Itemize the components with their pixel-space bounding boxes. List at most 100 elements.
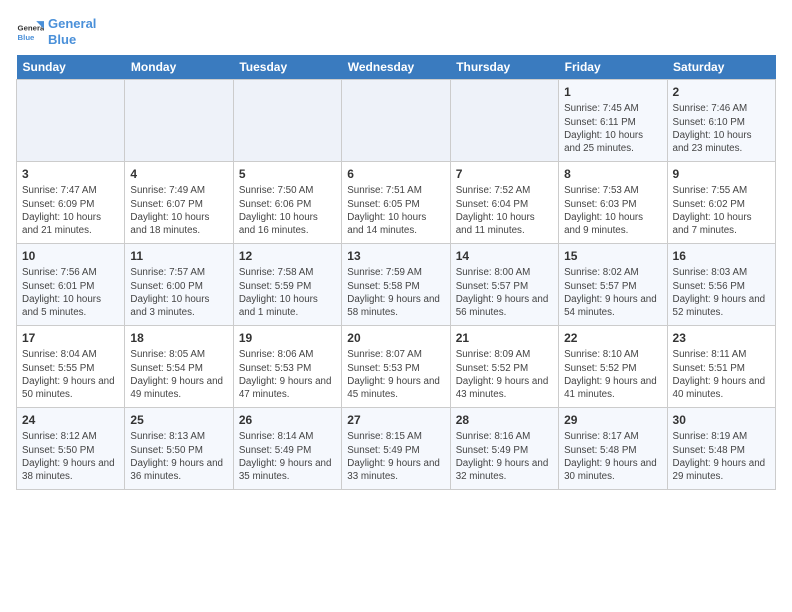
calendar-cell: 27Sunrise: 8:15 AM Sunset: 5:49 PM Dayli… — [342, 408, 450, 490]
day-number: 17 — [22, 330, 119, 346]
weekday-header-wednesday: Wednesday — [342, 55, 450, 80]
calendar-cell: 19 Sunrise: 8:06 AM Sunset: 5:53 PM Dayli… — [233, 326, 341, 408]
day-number: 24 — [22, 412, 119, 428]
day-number: 15 — [564, 248, 661, 264]
calendar-cell: 23 Sunrise: 8:11 AM Sunset: 5:51 PM Dayli… — [667, 326, 775, 408]
day-number: 26 — [239, 412, 336, 428]
day-number: 28 — [456, 412, 553, 428]
day-info: Sunrise: 7:56 AM Sunset: 6:01 PM Dayligh… — [22, 266, 119, 319]
day-number: 20 — [347, 330, 444, 346]
calendar-cell: 9 Sunrise: 7:55 AM Sunset: 6:02 PM Daylig… — [667, 162, 775, 244]
calendar-cell: 21 Sunrise: 8:09 AM Sunset: 5:52 PM Dayli… — [450, 326, 558, 408]
calendar-cell: 26Sunrise: 8:14 AM Sunset: 5:49 PM Dayli… — [233, 408, 341, 490]
day-info: Sunrise: 8:05 AM Sunset: 5:54 PM Dayligh… — [130, 348, 227, 401]
calendar-cell: 15 Sunrise: 8:02 AM Sunset: 5:57 PM Dayli… — [559, 244, 667, 326]
day-info: Sunrise: 8:10 AM Sunset: 5:52 PM Dayligh… — [564, 348, 661, 401]
calendar-cell: 11 Sunrise: 7:57 AM Sunset: 6:00 PM Dayli… — [125, 244, 233, 326]
calendar-cell: 20 Sunrise: 8:07 AM Sunset: 5:53 PM Dayli… — [342, 326, 450, 408]
logo-text: GeneralBlue — [48, 16, 96, 47]
day-info: Sunrise: 8:16 AM Sunset: 5:49 PM Dayligh… — [456, 430, 553, 483]
calendar-table: SundayMondayTuesdayWednesdayThursdayFrid… — [16, 55, 776, 490]
calendar-cell: 7 Sunrise: 7:52 AM Sunset: 6:04 PM Daylig… — [450, 162, 558, 244]
day-info: Sunrise: 8:07 AM Sunset: 5:53 PM Dayligh… — [347, 348, 444, 401]
day-info: Sunrise: 7:49 AM Sunset: 6:07 PM Dayligh… — [130, 184, 227, 237]
calendar-cell: 5Sunrise: 7:50 AM Sunset: 6:06 PM Daylig… — [233, 162, 341, 244]
day-info: Sunrise: 7:57 AM Sunset: 6:00 PM Dayligh… — [130, 266, 227, 319]
calendar-cell: 10Sunrise: 7:56 AM Sunset: 6:01 PM Dayli… — [17, 244, 125, 326]
day-number: 6 — [347, 166, 444, 182]
calendar-cell: 16 Sunrise: 8:03 AM Sunset: 5:56 PM Dayli… — [667, 244, 775, 326]
day-info: Sunrise: 7:55 AM Sunset: 6:02 PM Dayligh… — [673, 184, 770, 237]
calendar-cell: 14 Sunrise: 8:00 AM Sunset: 5:57 PM Dayli… — [450, 244, 558, 326]
day-number: 14 — [456, 248, 553, 264]
day-info: Sunrise: 8:12 AM Sunset: 5:50 PM Dayligh… — [22, 430, 119, 483]
day-number: 16 — [673, 248, 770, 264]
day-number: 23 — [673, 330, 770, 346]
calendar-week-2: 3 Sunrise: 7:47 AM Sunset: 6:09 PM Daylig… — [17, 162, 776, 244]
day-number: 18 — [130, 330, 227, 346]
day-number: 3 — [22, 166, 119, 182]
day-info: Sunrise: 8:17 AM Sunset: 5:48 PM Dayligh… — [564, 430, 661, 483]
calendar-cell: 13Sunrise: 7:59 AM Sunset: 5:58 PM Dayli… — [342, 244, 450, 326]
calendar-cell: 3 Sunrise: 7:47 AM Sunset: 6:09 PM Daylig… — [17, 162, 125, 244]
svg-text:Blue: Blue — [18, 32, 36, 41]
day-info: Sunrise: 7:45 AM Sunset: 6:11 PM Dayligh… — [564, 102, 661, 155]
calendar-week-3: 10Sunrise: 7:56 AM Sunset: 6:01 PM Dayli… — [17, 244, 776, 326]
weekday-header-monday: Monday — [125, 55, 233, 80]
calendar-cell — [125, 80, 233, 162]
day-info: Sunrise: 8:09 AM Sunset: 5:52 PM Dayligh… — [456, 348, 553, 401]
calendar-cell: 29 Sunrise: 8:17 AM Sunset: 5:48 PM Dayli… — [559, 408, 667, 490]
calendar-week-5: 24 Sunrise: 8:12 AM Sunset: 5:50 PM Dayli… — [17, 408, 776, 490]
day-info: Sunrise: 8:06 AM Sunset: 5:53 PM Dayligh… — [239, 348, 336, 401]
weekday-header-row: SundayMondayTuesdayWednesdayThursdayFrid… — [17, 55, 776, 80]
day-number: 29 — [564, 412, 661, 428]
day-info: Sunrise: 7:47 AM Sunset: 6:09 PM Dayligh… — [22, 184, 119, 237]
day-number: 9 — [673, 166, 770, 182]
calendar-cell: 17 Sunrise: 8:04 AM Sunset: 5:55 PM Dayli… — [17, 326, 125, 408]
day-info: Sunrise: 8:02 AM Sunset: 5:57 PM Dayligh… — [564, 266, 661, 319]
day-info: Sunrise: 7:59 AM Sunset: 5:58 PM Dayligh… — [347, 266, 444, 319]
day-number: 2 — [673, 84, 770, 100]
weekday-header-tuesday: Tuesday — [233, 55, 341, 80]
day-info: Sunrise: 7:58 AM Sunset: 5:59 PM Dayligh… — [239, 266, 336, 319]
day-info: Sunrise: 7:51 AM Sunset: 6:05 PM Dayligh… — [347, 184, 444, 237]
calendar-cell — [233, 80, 341, 162]
calendar-cell — [17, 80, 125, 162]
weekday-header-thursday: Thursday — [450, 55, 558, 80]
day-info: Sunrise: 7:53 AM Sunset: 6:03 PM Dayligh… — [564, 184, 661, 237]
calendar-week-4: 17 Sunrise: 8:04 AM Sunset: 5:55 PM Dayli… — [17, 326, 776, 408]
day-number: 7 — [456, 166, 553, 182]
weekday-header-saturday: Saturday — [667, 55, 775, 80]
calendar-cell: 8Sunrise: 7:53 AM Sunset: 6:03 PM Daylig… — [559, 162, 667, 244]
day-number: 1 — [564, 84, 661, 100]
calendar-cell: 22 Sunrise: 8:10 AM Sunset: 5:52 PM Dayli… — [559, 326, 667, 408]
day-info: Sunrise: 8:13 AM Sunset: 5:50 PM Dayligh… — [130, 430, 227, 483]
day-number: 21 — [456, 330, 553, 346]
calendar-week-1: 1 Sunrise: 7:45 AM Sunset: 6:11 PM Daylig… — [17, 80, 776, 162]
calendar-cell: 24 Sunrise: 8:12 AM Sunset: 5:50 PM Dayli… — [17, 408, 125, 490]
day-number: 30 — [673, 412, 770, 428]
day-number: 11 — [130, 248, 227, 264]
calendar-cell — [450, 80, 558, 162]
calendar-cell: 2Sunrise: 7:46 AM Sunset: 6:10 PM Daylig… — [667, 80, 775, 162]
weekday-header-friday: Friday — [559, 55, 667, 80]
calendar-cell: 12 Sunrise: 7:58 AM Sunset: 5:59 PM Dayli… — [233, 244, 341, 326]
calendar-cell: 25 Sunrise: 8:13 AM Sunset: 5:50 PM Dayli… — [125, 408, 233, 490]
day-number: 4 — [130, 166, 227, 182]
day-info: Sunrise: 8:03 AM Sunset: 5:56 PM Dayligh… — [673, 266, 770, 319]
page-header: General Blue GeneralBlue — [16, 16, 776, 47]
day-number: 19 — [239, 330, 336, 346]
day-info: Sunrise: 8:11 AM Sunset: 5:51 PM Dayligh… — [673, 348, 770, 401]
calendar-cell: 1 Sunrise: 7:45 AM Sunset: 6:11 PM Daylig… — [559, 80, 667, 162]
day-info: Sunrise: 8:04 AM Sunset: 5:55 PM Dayligh… — [22, 348, 119, 401]
day-number: 12 — [239, 248, 336, 264]
day-number: 25 — [130, 412, 227, 428]
day-info: Sunrise: 7:52 AM Sunset: 6:04 PM Dayligh… — [456, 184, 553, 237]
day-number: 27 — [347, 412, 444, 428]
day-number: 22 — [564, 330, 661, 346]
calendar-cell: 18 Sunrise: 8:05 AM Sunset: 5:54 PM Dayli… — [125, 326, 233, 408]
day-info: Sunrise: 8:00 AM Sunset: 5:57 PM Dayligh… — [456, 266, 553, 319]
day-info: Sunrise: 7:50 AM Sunset: 6:06 PM Dayligh… — [239, 184, 336, 237]
calendar-cell: 6 Sunrise: 7:51 AM Sunset: 6:05 PM Daylig… — [342, 162, 450, 244]
calendar-cell: 28 Sunrise: 8:16 AM Sunset: 5:49 PM Dayli… — [450, 408, 558, 490]
